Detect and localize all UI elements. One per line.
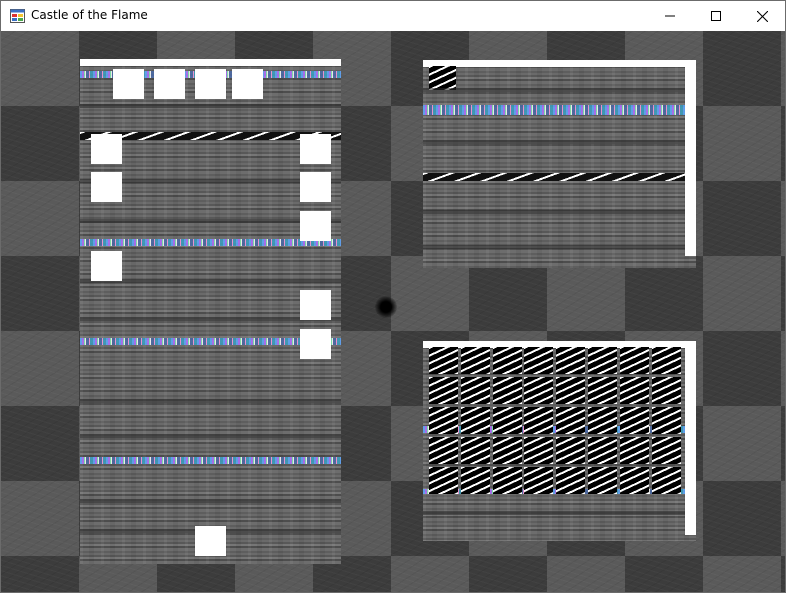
- striped-tile: [620, 437, 649, 464]
- striped-tile: [556, 347, 585, 374]
- striped-tile: [652, 377, 681, 404]
- white-block[interactable]: [91, 251, 122, 281]
- striped-tile: [429, 66, 456, 90]
- plank-gap: [80, 104, 341, 108]
- window-title: Castle of the Flame: [31, 8, 148, 22]
- striped-tile: [620, 377, 649, 404]
- plank-gap: [80, 499, 341, 503]
- striped-tile: [556, 467, 585, 494]
- striped-tile: [429, 377, 458, 404]
- striped-tile: [524, 347, 553, 374]
- white-block[interactable]: [300, 172, 331, 202]
- panel-side-edge: [685, 60, 696, 256]
- striped-tile: [429, 407, 458, 434]
- striped-tile: [429, 437, 458, 464]
- maximize-icon: [711, 11, 721, 21]
- striped-tile: [524, 467, 553, 494]
- striped-tile: [652, 347, 681, 374]
- striped-tile: [556, 407, 585, 434]
- striped-tile: [461, 467, 490, 494]
- top-right-panel: [423, 60, 696, 268]
- panel-top-edge: [80, 59, 341, 66]
- striped-tile: [588, 467, 617, 494]
- striped-tile: [652, 467, 681, 494]
- striped-tile-grid: [429, 347, 685, 497]
- striped-tile: [429, 467, 458, 494]
- striped-tile: [620, 467, 649, 494]
- white-block[interactable]: [113, 69, 144, 99]
- white-block[interactable]: [300, 134, 331, 164]
- white-block[interactable]: [91, 172, 122, 202]
- white-block[interactable]: [195, 69, 226, 99]
- striped-tile: [524, 407, 553, 434]
- game-canvas[interactable]: [1, 31, 785, 592]
- striped-tile: [556, 377, 585, 404]
- plank-gap: [423, 140, 685, 144]
- striped-tile: [493, 347, 522, 374]
- app-window-icon: [10, 9, 25, 23]
- striped-tile: [461, 407, 490, 434]
- white-block[interactable]: [300, 290, 331, 320]
- plank-gap: [423, 245, 685, 249]
- plank-gap: [80, 399, 341, 403]
- striped-tile: [493, 467, 522, 494]
- striped-tile: [461, 377, 490, 404]
- panel-top-edge: [423, 60, 685, 67]
- minimize-icon: [665, 15, 675, 17]
- minimize-button[interactable]: [647, 1, 693, 31]
- striped-tile: [493, 437, 522, 464]
- striped-tile: [620, 407, 649, 434]
- striped-tile: [524, 437, 553, 464]
- striped-tile: [493, 377, 522, 404]
- white-block[interactable]: [300, 329, 331, 359]
- game-window: Castle of the Flame: [0, 0, 786, 593]
- plank-gap: [423, 511, 685, 515]
- white-block[interactable]: [232, 69, 263, 99]
- panel-side-edge: [685, 341, 696, 535]
- striped-tile: [556, 437, 585, 464]
- dark-orb-sprite[interactable]: [375, 296, 397, 318]
- white-block[interactable]: [91, 134, 122, 164]
- striped-tile: [588, 347, 617, 374]
- striped-tile: [461, 347, 490, 374]
- striped-tile: [588, 377, 617, 404]
- plank-gap: [423, 210, 685, 214]
- sparkle-row: [423, 105, 685, 115]
- title-bar[interactable]: Castle of the Flame: [1, 1, 785, 31]
- striped-tile: [652, 437, 681, 464]
- striped-tile: [524, 377, 553, 404]
- striped-tile: [652, 407, 681, 434]
- bottom-right-panel: [423, 341, 696, 541]
- white-block[interactable]: [154, 69, 185, 99]
- maximize-button[interactable]: [693, 1, 739, 31]
- striped-tile: [588, 437, 617, 464]
- striped-tile: [588, 407, 617, 434]
- striped-row: [423, 173, 685, 181]
- white-block[interactable]: [300, 211, 331, 241]
- striped-tile: [429, 347, 458, 374]
- white-block[interactable]: [195, 526, 226, 556]
- striped-tile: [493, 407, 522, 434]
- striped-tile: [461, 437, 490, 464]
- plank-gap: [80, 434, 341, 438]
- close-button[interactable]: [739, 1, 785, 31]
- close-icon: [756, 10, 768, 22]
- sparkle-row: [80, 457, 341, 464]
- striped-tile: [620, 347, 649, 374]
- plank-gap: [423, 88, 685, 92]
- left-tower-panel: [80, 59, 341, 564]
